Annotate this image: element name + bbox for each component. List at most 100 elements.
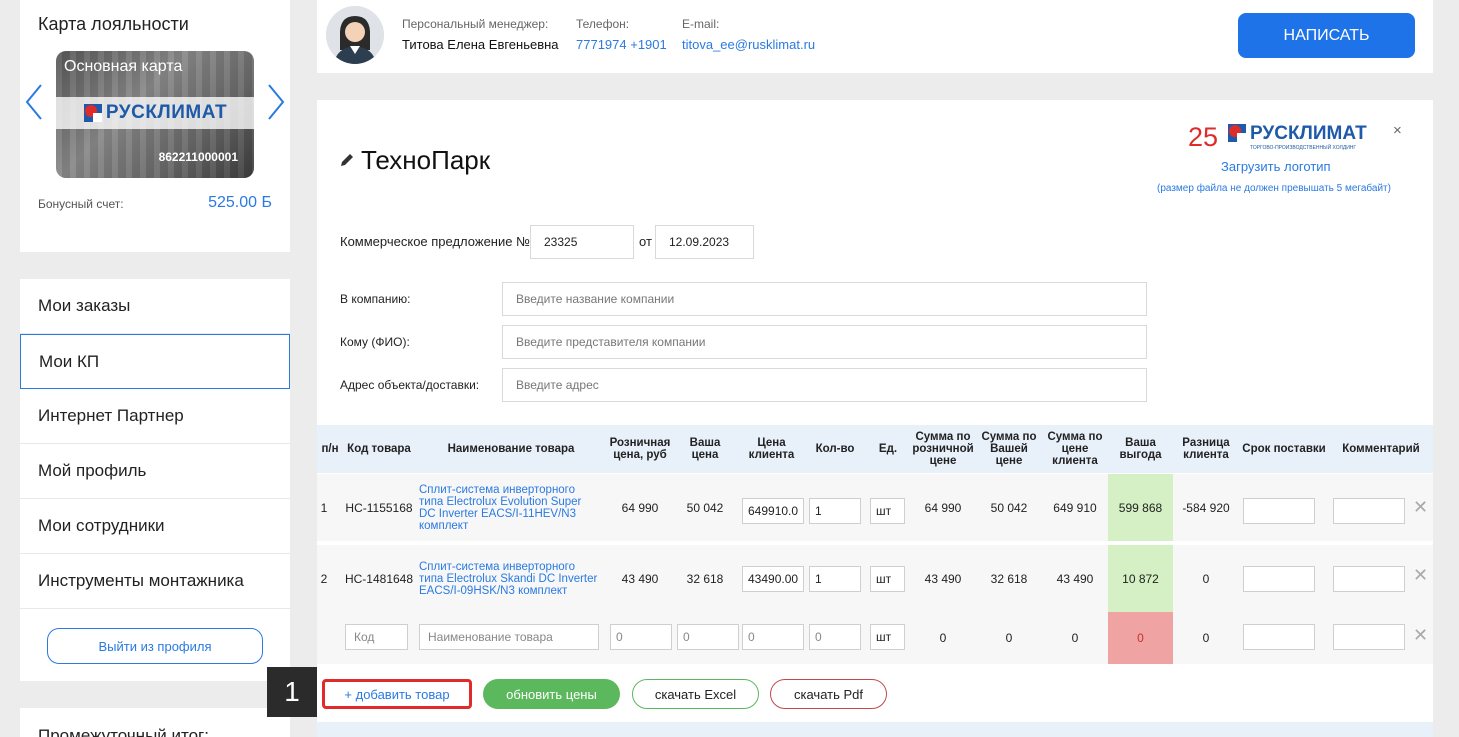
- card-next-arrow-icon[interactable]: [265, 82, 287, 122]
- from-label: от: [639, 234, 652, 249]
- row-product-link[interactable]: Сплит-система инверторного типа Electrol…: [419, 545, 601, 612]
- step-marker: 1: [267, 667, 317, 717]
- th-retail: Розничная цена, руб: [609, 437, 671, 461]
- new-unit-select[interactable]: шт: [870, 624, 905, 650]
- menu-item-internet-partner[interactable]: Интернет Партнер: [20, 389, 290, 444]
- manager-label: Персональный менеджер:: [402, 17, 549, 31]
- row-num: 2: [320, 571, 328, 586]
- th-num: п/н: [321, 443, 339, 455]
- download-pdf-button[interactable]: скачать Pdf: [770, 679, 887, 709]
- menu-item-profile[interactable]: Мой профиль: [20, 444, 290, 499]
- table-row: 2 НС-1481648 Сплит-система инверторного …: [317, 545, 1433, 612]
- upload-note: (размер файла не должен превышать 5 мега…: [1157, 183, 1391, 194]
- row-diff: 0: [1202, 571, 1210, 586]
- totals-strip: [317, 722, 1433, 737]
- pencil-icon[interactable]: [338, 151, 356, 169]
- manager-bar: Персональный менеджер: Титова Елена Евге…: [317, 0, 1433, 73]
- qty-input[interactable]: 1: [809, 498, 861, 524]
- kp-number-input[interactable]: 23325: [530, 225, 634, 259]
- client-price-input[interactable]: 649910.0: [742, 498, 804, 524]
- comment-input[interactable]: [1333, 566, 1405, 592]
- write-button[interactable]: НАПИСАТЬ: [1238, 13, 1415, 58]
- unit-select[interactable]: шт: [870, 566, 905, 592]
- kp-date-input[interactable]: 12.09.2023: [655, 225, 754, 259]
- client-price-input[interactable]: 43490.00: [742, 566, 804, 592]
- loyalty-card[interactable]: Основная карта РУСКЛИМАТ 862211000001: [56, 51, 254, 178]
- upload-logo-link[interactable]: Загрузить логотип: [1221, 159, 1331, 174]
- new-retail-input[interactable]: 0: [610, 624, 672, 650]
- bonus-label: Бонусный счет:: [38, 197, 124, 211]
- row-diff: -584 920: [1182, 500, 1230, 515]
- recipient-label: Кому (ФИО):: [340, 335, 410, 349]
- new-code-input[interactable]: Код: [345, 624, 408, 650]
- card-number: 862211000001: [158, 150, 238, 164]
- row-sum-your: 50 042: [990, 500, 1028, 515]
- card-prev-arrow-icon[interactable]: [23, 82, 45, 122]
- row-code: НС-1481648: [344, 571, 414, 586]
- row-code: НС-1155168: [345, 500, 413, 515]
- company-input[interactable]: Введите название компании: [502, 282, 1147, 316]
- delivery-input[interactable]: [1243, 498, 1315, 524]
- menu-item-kp[interactable]: Мои КП: [20, 334, 290, 389]
- new-diff: 0: [1202, 631, 1210, 645]
- th-qty: Кол-во: [815, 443, 855, 455]
- address-input[interactable]: Введите адрес: [502, 368, 1147, 402]
- th-sum-your: Сумма по Вашей цене: [981, 431, 1037, 467]
- th-comment: Комментарий: [1342, 443, 1420, 455]
- delete-row-icon[interactable]: ✕: [1413, 497, 1428, 518]
- new-sum-retail: 0: [939, 631, 947, 645]
- qty-input[interactable]: 1: [809, 566, 861, 592]
- add-product-button[interactable]: + добавить товар: [322, 679, 472, 709]
- download-excel-button[interactable]: скачать Excel: [632, 679, 759, 709]
- company-label: В компанию:: [340, 292, 411, 306]
- th-unit: Ед.: [878, 443, 898, 455]
- row-benefit: 599 868: [1108, 474, 1173, 541]
- email-link[interactable]: titova_ee@rusklimat.ru: [682, 37, 815, 52]
- svg-text:ТОРГОВО-ПРОИЗВОДСТВЕННЫЙ ХОЛДИ: ТОРГОВО-ПРОИЗВОДСТВЕННЫЙ ХОЛДИНГ: [1250, 143, 1356, 151]
- row-num: 1: [320, 500, 328, 515]
- comment-input[interactable]: [1333, 498, 1405, 524]
- phone-info: Телефон: 7771974 +1901: [576, 17, 667, 52]
- kp-number-label: Коммерческое предложение №: [340, 234, 531, 249]
- delete-row-icon[interactable]: ✕: [1413, 625, 1428, 646]
- card-name: Основная карта: [64, 58, 183, 75]
- card-brand-text: РУСКЛИМАТ: [105, 102, 228, 123]
- th-client-price: Цена клиента: [748, 437, 795, 461]
- row-sum-client: 649 910: [1053, 500, 1097, 515]
- row-product-link[interactable]: Сплит-система инверторного типа Electrol…: [419, 474, 601, 541]
- row-benefit: 10 872: [1108, 545, 1173, 612]
- side-menu: Мои заказы Мои КП Интернет Партнер Мой п…: [20, 279, 290, 681]
- menu-item-employees[interactable]: Мои сотрудники: [20, 499, 290, 554]
- row-your-price: 50 042: [686, 500, 724, 515]
- company-title[interactable]: ТехноПарк: [361, 145, 490, 176]
- new-delivery-input[interactable]: [1243, 624, 1315, 650]
- row-sum-retail: 43 490: [924, 571, 962, 586]
- row-retail: 43 490: [621, 571, 659, 586]
- rusklimat-logo-icon: [83, 104, 102, 122]
- th-name: Наименование товара: [447, 443, 575, 455]
- manager-info: Персональный менеджер: Титова Елена Евге…: [402, 17, 559, 52]
- delete-row-icon[interactable]: ✕: [1413, 565, 1428, 586]
- row-sum-your: 32 618: [990, 571, 1028, 586]
- th-delivery: Срок поставки: [1242, 443, 1326, 455]
- svg-text:25: 25: [1188, 122, 1218, 152]
- menu-item-orders[interactable]: Мои заказы: [20, 279, 290, 334]
- logout-button[interactable]: Выйти из профиля: [47, 628, 263, 664]
- menu-item-tools[interactable]: Инструменты монтажника: [20, 554, 290, 609]
- refresh-prices-button[interactable]: обновить цены: [483, 679, 620, 709]
- new-comment-input[interactable]: [1333, 624, 1405, 650]
- avatar: [326, 6, 384, 64]
- table-row-new: Код Наименование товара 0 0 0 0 шт 0 0 0…: [317, 612, 1433, 664]
- delivery-input[interactable]: [1243, 566, 1315, 592]
- new-your-price-input[interactable]: 0: [677, 624, 739, 650]
- new-sum-client: 0: [1071, 631, 1079, 645]
- unit-select[interactable]: шт: [870, 498, 905, 524]
- recipient-input[interactable]: Введите представителя компании: [502, 325, 1147, 359]
- new-client-price-input[interactable]: 0: [742, 624, 804, 650]
- manager-name: Титова Елена Евгеньевна: [402, 37, 559, 52]
- close-icon[interactable]: ×: [1393, 122, 1402, 139]
- phone-link[interactable]: 7771974 +1901: [576, 37, 667, 52]
- new-qty-input[interactable]: 0: [809, 624, 861, 650]
- new-name-input[interactable]: Наименование товара: [419, 624, 599, 650]
- th-sum-retail: Сумма по розничной цене: [912, 431, 974, 467]
